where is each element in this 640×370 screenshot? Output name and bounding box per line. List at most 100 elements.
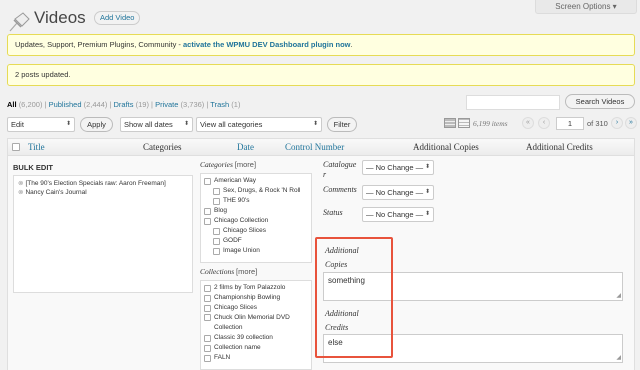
status-trash-link[interactable]: Trash [210,100,229,109]
category-item[interactable]: Chicago Slices [204,226,308,236]
category-checkbox[interactable] [213,197,220,205]
collection-item[interactable]: 2 films by Tom Palazzolo [204,283,308,293]
bulk-action-select[interactable]: Edit ⬍ [7,117,75,132]
category-label: American Way [214,177,257,184]
collections-more-link[interactable]: [more] [236,267,257,276]
select-all-checkbox[interactable] [12,143,20,151]
resize-grip-icon[interactable]: ◢ [616,292,621,299]
category-item[interactable]: Chicago Collection [204,216,308,226]
remove-icon[interactable]: ⊗ [18,180,23,187]
select-arrows-icon: ⬍ [424,211,430,217]
catalogue-select[interactable]: — No Change — ⬍ [362,160,434,175]
collection-checkbox[interactable] [204,294,211,302]
status-all-count: (6,200) [18,100,43,109]
bulk-action-value: Edit [11,120,24,129]
collection-checkbox[interactable] [204,314,211,321]
post-title: Nancy Cain's Journal [25,189,87,196]
category-item[interactable]: THE 90's [204,196,308,206]
search-input[interactable] [466,95,560,110]
status-drafts-link[interactable]: Drafts [114,100,134,109]
page-title: Videos [34,8,86,27]
list-item: ⊗ Nancy Cain's Journal [18,188,188,197]
select-arrows-icon: ⬍ [424,189,430,195]
column-date[interactable]: Date [237,142,254,152]
category-checkbox[interactable] [213,247,220,255]
collection-checkbox[interactable] [204,334,211,342]
categories-label-text: Categories [200,160,233,169]
status-published-link[interactable]: Published [49,100,82,109]
resize-grip-icon[interactable]: ◢ [616,354,621,361]
collection-item[interactable]: Championship Bowling [204,293,308,303]
comments-select[interactable]: — No Change — ⬍ [362,185,434,200]
date-filter-select[interactable]: Show all dates ⬍ [120,117,193,132]
categories-label: Categories [more] [200,160,256,169]
category-checkbox[interactable] [204,177,211,185]
category-checkbox[interactable] [213,237,220,245]
select-arrows-icon: ⬍ [312,121,318,127]
status-private-count: (3,736) [180,100,205,109]
collection-item[interactable]: Classic 39 collection [204,333,308,343]
collection-item[interactable]: Chicago Slices [204,303,308,313]
collection-checkbox[interactable] [204,304,211,312]
list-view-icon[interactable] [444,118,456,128]
add-video-button[interactable]: Add Video [94,11,141,25]
category-checkbox[interactable] [213,227,220,235]
date-filter-value: Show all dates [124,120,173,129]
column-control-number[interactable]: Control Number [285,142,344,152]
excerpt-view-icon[interactable] [458,118,470,128]
screen-options-button[interactable]: Screen Options ▾ [535,0,637,14]
column-categories: Categories [143,142,182,152]
category-checkbox[interactable] [204,217,211,225]
collections-checklist: 2 films by Tom Palazzolo Championship Bo… [200,280,312,370]
status-label: Status [323,208,343,217]
bulk-edit-heading: BULK EDIT [13,163,53,172]
remove-icon[interactable]: ⊗ [18,189,23,196]
category-filter-select[interactable]: View all categories ⬍ [196,117,322,132]
catalogue-label-wrap: r [323,170,327,179]
collection-label: Chicago Slices [214,304,257,311]
current-page-input[interactable]: 1 [556,117,584,130]
category-filter-value: View all categories [200,120,263,129]
collections-label: Collections [more] [200,267,257,276]
category-item[interactable]: GODF [204,236,308,246]
status-select[interactable]: — No Change — ⬍ [362,207,434,222]
prev-page-button[interactable]: ‹ [538,117,550,129]
collection-item[interactable]: FALN [204,353,308,363]
next-page-button[interactable]: › [611,117,623,129]
category-item[interactable]: Image Union [204,246,308,256]
last-page-button[interactable]: » [625,117,637,129]
category-checkbox[interactable] [204,207,211,215]
category-item[interactable]: Blog [204,206,308,216]
filter-button[interactable]: Filter [327,117,357,132]
upsell-text: Updates, Support, Premium Plugins, Commu… [15,40,183,49]
collections-label-text: Collections [200,267,235,276]
annotation-highlight-box [315,237,393,358]
upsell-notice: Updates, Support, Premium Plugins, Commu… [7,34,635,56]
status-all-link[interactable]: All [7,100,17,109]
collection-checkbox[interactable] [204,354,211,362]
collection-label: Championship Bowling [214,294,281,301]
column-title[interactable]: Title [28,142,45,152]
category-label: Sex, Drugs, & Rock 'N Roll [223,187,301,194]
first-page-button[interactable]: « [522,117,534,129]
select-arrows-icon: ⬍ [183,121,189,127]
collection-item[interactable]: Collection name [204,343,308,353]
upsell-suffix: . [350,40,353,49]
status-private-link[interactable]: Private [155,100,178,109]
total-pages: of 310 [587,119,608,128]
collection-item[interactable]: Chuck Olin Memorial DVD Collection [204,313,308,333]
status-links: All (6,200) | Published (2,444) | Drafts… [7,100,241,109]
collection-checkbox[interactable] [204,284,211,292]
activate-dashboard-link[interactable]: activate the WPMU DEV Dashboard plugin n… [183,40,351,49]
category-checkbox[interactable] [213,187,220,195]
collection-label: 2 films by Tom Palazzolo [214,284,286,291]
category-item[interactable]: Sex, Drugs, & Rock 'N Roll [204,186,308,196]
search-videos-button[interactable]: Search Videos [565,94,635,109]
category-item[interactable]: American Way [204,176,308,186]
apply-button[interactable]: Apply [80,117,113,132]
category-label: Blog [214,207,228,214]
categories-more-link[interactable]: [more] [235,160,256,169]
collection-checkbox[interactable] [204,344,211,352]
items-count: 6,199 items [473,119,508,128]
status-drafts-count: (19) [135,100,149,109]
